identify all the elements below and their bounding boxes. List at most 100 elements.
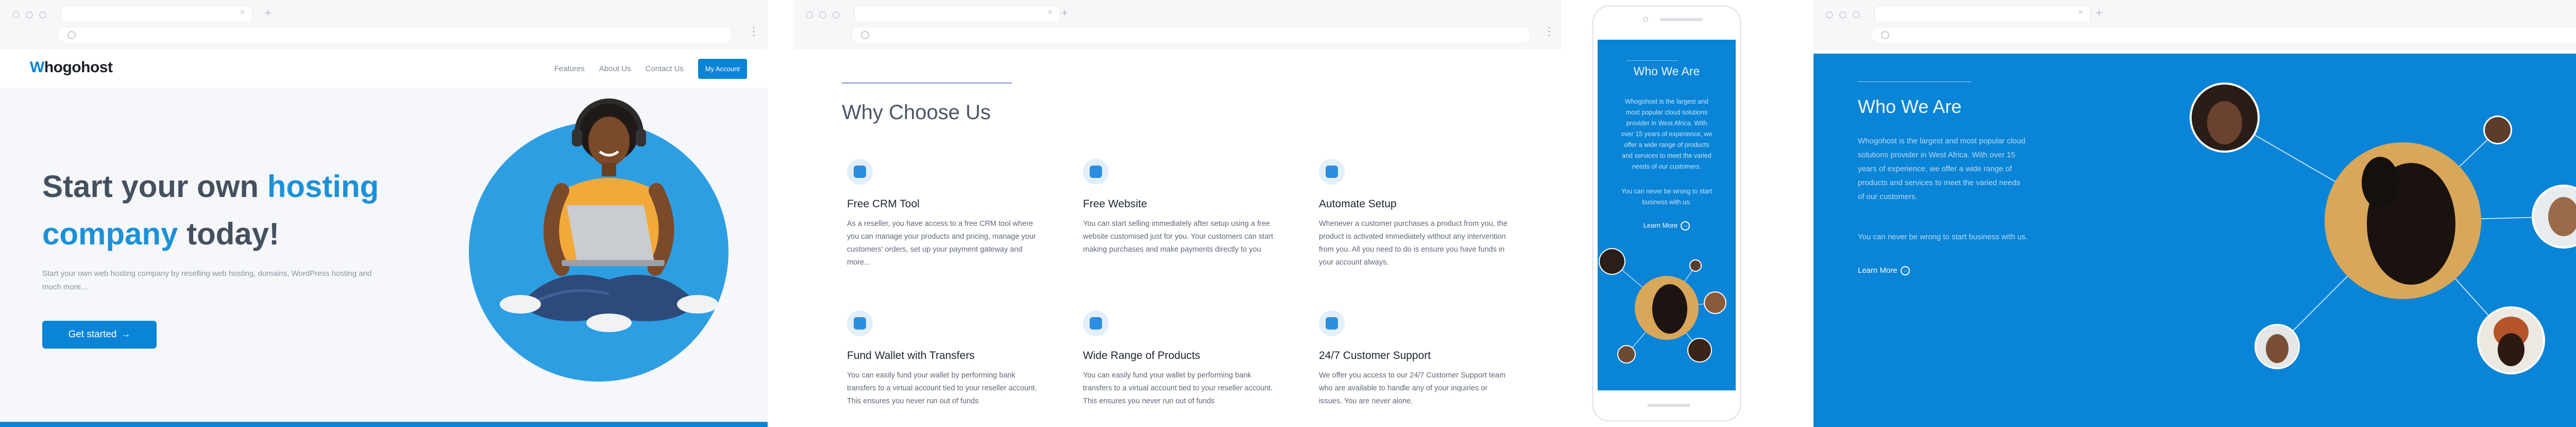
feature-title: 24/7 Customer Support [1319, 350, 1431, 362]
desktop-who-we-are-panel: × + ⋮ Who We Are Whogohost is the larges… [1814, 0, 2576, 427]
feature-description: You can easily fund your wallet by perfo… [847, 371, 1037, 405]
minimize-window-dot[interactable] [26, 11, 33, 19]
section-divider [1626, 60, 1678, 61]
products-icon [1083, 310, 1109, 336]
close-window-dot[interactable] [806, 11, 813, 19]
learn-more-label: Learn More [1643, 221, 1678, 229]
hero-title-highlight1: hosting [267, 169, 379, 204]
browser-chrome: × + ⋮ [0, 0, 768, 50]
hero-title-part1: Start your own [42, 169, 267, 204]
browser-chrome: × + ⋮ [1814, 0, 2576, 50]
address-bar[interactable] [58, 27, 733, 43]
tab-close-icon[interactable]: × [240, 8, 245, 17]
close-window-dot[interactable] [12, 11, 20, 19]
window-controls [12, 11, 46, 19]
window-controls [806, 11, 840, 19]
hero-title: Start your own hosting company today! [42, 163, 434, 258]
hero-title-part2: today! [178, 217, 280, 251]
who-description-2: You can never be wrong to start business… [1621, 188, 1713, 206]
hero-section: Start your own hosting company today! Sta… [0, 88, 768, 422]
get-started-button[interactable]: Get started → [42, 321, 157, 349]
feature-title: Free Website [1083, 198, 1147, 210]
why-choose-us-panel: × + ⋮ Why Choose Us Free CRM Tool As a r… [793, 0, 1561, 427]
automate-icon [1319, 159, 1345, 185]
browser-tab[interactable]: × [854, 5, 1060, 22]
who-title: Who We Are [1633, 64, 1700, 78]
feature-card: Wide Range of Products You can easily fu… [1083, 310, 1274, 408]
maximize-window-dot[interactable] [1853, 11, 1860, 19]
arrow-right-icon: → [1681, 221, 1690, 231]
who-title: Who We Are [1858, 96, 1962, 117]
desktop-home-panel: × + ⋮ Whogohost Features About Us Contac… [0, 0, 768, 427]
feature-card: Fund Wallet with Transfers You can easil… [847, 310, 1038, 408]
who-description: Whogohost is the largest and most popula… [1858, 137, 2026, 201]
section-divider [1858, 81, 1971, 82]
window-controls [1826, 11, 1860, 19]
nav-links: Features About Us Contact Us My Account [554, 59, 747, 79]
minimize-window-dot[interactable] [819, 11, 826, 19]
feature-description: You can easily fund your wallet by perfo… [1083, 371, 1273, 405]
feature-card: Free CRM Tool As a reseller, you have ac… [847, 159, 1038, 269]
phone-speaker [1659, 18, 1703, 21]
logo-mark: W [30, 59, 44, 76]
address-bar[interactable] [851, 27, 1531, 43]
logo-text: hogohost [44, 59, 113, 76]
nav-features-link[interactable]: Features [554, 64, 585, 73]
maximize-window-dot[interactable] [833, 11, 840, 19]
learn-more-link[interactable]: Learn More → [1598, 221, 1736, 231]
get-started-label: Get started [68, 329, 117, 340]
site-logo[interactable]: Whogohost [30, 59, 113, 76]
website-icon [1083, 159, 1109, 185]
tab-close-icon[interactable]: × [2078, 8, 2083, 17]
browser-tab[interactable]: × [1874, 5, 2091, 22]
feature-title: Fund Wallet with Transfers [847, 350, 975, 362]
crm-icon [847, 159, 873, 185]
browser-menu-icon[interactable]: ⋮ [1544, 26, 1555, 37]
nav-about-link[interactable]: About Us [599, 64, 631, 73]
close-window-dot[interactable] [1826, 11, 1833, 19]
address-bar[interactable] [1871, 27, 2576, 43]
who-we-are-section: Who We Are Whogohost is the largest and … [1814, 54, 2576, 427]
arrow-right-icon: → [1900, 266, 1910, 276]
who-description-2: You can never be wrong to start business… [1858, 233, 2028, 241]
top-navbar: Whogohost Features About Us Contact Us M… [0, 50, 768, 88]
feature-card: Free Website You can start selling immed… [1083, 159, 1274, 256]
browser-chrome: × + ⋮ [793, 0, 1561, 50]
team-avatars-graphic [1599, 248, 1726, 364]
my-account-button[interactable]: My Account [698, 59, 747, 79]
hero-bottom-bar [0, 422, 768, 427]
feature-card: Automate Setup Whenever a customer purch… [1319, 159, 1510, 269]
phone-frame: Who We Are Whogohost is the largest and … [1592, 5, 1741, 422]
arrow-right-icon: → [121, 329, 131, 340]
feature-description: Whenever a customer purchases a product … [1319, 220, 1507, 267]
feature-description: We offer you access to our 24/7 Customer… [1319, 371, 1506, 405]
new-tab-icon[interactable]: + [1061, 6, 1068, 20]
phone-home-indicator [1647, 404, 1690, 407]
feature-title: Automate Setup [1319, 198, 1397, 210]
new-tab-icon[interactable]: + [2096, 6, 2103, 20]
browser-menu-icon[interactable]: ⋮ [748, 26, 759, 37]
hero-subtitle: Start your own web hosting company by re… [42, 269, 372, 291]
phone-screen: Who We Are Whogohost is the largest and … [1598, 40, 1736, 390]
browser-tab[interactable]: × [61, 5, 252, 22]
maximize-window-dot[interactable] [39, 11, 46, 19]
feature-card: 24/7 Customer Support We offer you acces… [1319, 310, 1510, 408]
phone-camera [1643, 17, 1648, 22]
feature-description: As a reseller, you have access to a free… [847, 220, 1036, 267]
tab-close-icon[interactable]: × [1048, 8, 1053, 17]
hero-person-illustration [500, 98, 718, 332]
new-tab-icon[interactable]: + [265, 6, 272, 20]
mobile-who-we-are-panel: Who We Are Whogohost is the largest and … [1587, 0, 1752, 427]
section-title: Why Choose Us [842, 101, 991, 124]
minimize-window-dot[interactable] [1839, 11, 1846, 19]
feature-description: You can start selling immediately after … [1083, 220, 1274, 254]
site-info-icon [67, 31, 76, 39]
team-avatars-graphic [2190, 83, 2576, 374]
nav-contact-link[interactable]: Contact Us [646, 64, 684, 73]
hero-title-highlight2: company [42, 217, 178, 251]
site-info-icon [1881, 31, 1889, 39]
learn-more-link[interactable]: Learn More → [1858, 266, 1910, 276]
site-info-icon [861, 31, 869, 39]
learn-more-label: Learn More [1858, 266, 1897, 275]
support-icon [1319, 310, 1345, 336]
